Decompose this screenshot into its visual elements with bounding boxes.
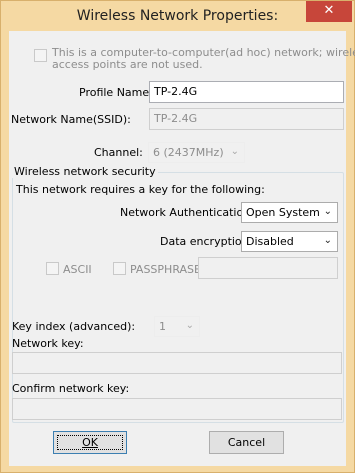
- data-encryption-select[interactable]: Disabled ⌄: [241, 231, 338, 252]
- chevron-down-icon: ⌄: [185, 320, 194, 331]
- chevron-down-icon: ⌄: [323, 235, 332, 246]
- close-button[interactable]: ✕: [306, 1, 352, 22]
- cancel-button[interactable]: Cancel: [209, 431, 284, 454]
- security-legend: Wireless network security: [12, 165, 158, 178]
- channel-label: Channel:: [94, 146, 143, 159]
- dialog-window: Wireless Network Properties: ✕ This is a…: [0, 0, 355, 473]
- ssid-input[interactable]: TP-2.4G: [149, 108, 344, 130]
- key-index-select[interactable]: 1 ⌄: [154, 316, 200, 337]
- chevron-down-icon: ⌄: [323, 206, 332, 217]
- channel-value: 6 (2437MHz): [153, 146, 224, 159]
- key-index-value: 1: [159, 320, 166, 333]
- adhoc-label-line2: access points are not used.: [52, 58, 203, 71]
- passphrase-checkbox[interactable]: [113, 262, 126, 275]
- requires-key-text: This network requires a key for the foll…: [16, 183, 265, 196]
- passphrase-label: PASSPHRASE: [130, 263, 201, 276]
- confirm-key-label: Confirm network key:: [12, 382, 130, 395]
- network-key-label: Network key:: [12, 337, 84, 350]
- network-auth-value: Open System: [246, 206, 320, 219]
- confirm-key-input[interactable]: [12, 398, 342, 420]
- cancel-label: Cancel: [227, 436, 266, 449]
- network-key-input[interactable]: [12, 352, 342, 374]
- network-auth-label: Network Authentication:: [120, 206, 254, 219]
- close-icon: ✕: [323, 3, 335, 18]
- data-encryption-value: Disabled: [246, 235, 294, 248]
- channel-select[interactable]: 6 (2437MHz) ⌄: [148, 142, 245, 163]
- key-index-label: Key index (advanced):: [12, 320, 136, 333]
- passphrase-input[interactable]: [198, 257, 338, 279]
- profile-name-input[interactable]: TP-2.4G: [149, 81, 344, 103]
- title-bar[interactable]: Wireless Network Properties: ✕: [1, 1, 354, 31]
- network-auth-select[interactable]: Open System ⌄: [241, 202, 338, 223]
- ascii-label: ASCII: [63, 263, 92, 276]
- focus-rect: [57, 435, 123, 450]
- ok-button[interactable]: OK: [53, 431, 127, 454]
- profile-name-label: Profile Name:: [79, 86, 153, 99]
- ascii-checkbox[interactable]: [46, 262, 59, 275]
- ssid-label: Network Name(SSID):: [11, 113, 131, 126]
- dialog-client-area: This is a computer-to-computer(ad hoc) n…: [9, 31, 355, 466]
- window-title: Wireless Network Properties:: [76, 8, 279, 24]
- chevron-down-icon: ⌄: [230, 146, 239, 157]
- adhoc-checkbox[interactable]: [34, 49, 47, 62]
- data-encryption-label: Data encryption:: [160, 235, 253, 248]
